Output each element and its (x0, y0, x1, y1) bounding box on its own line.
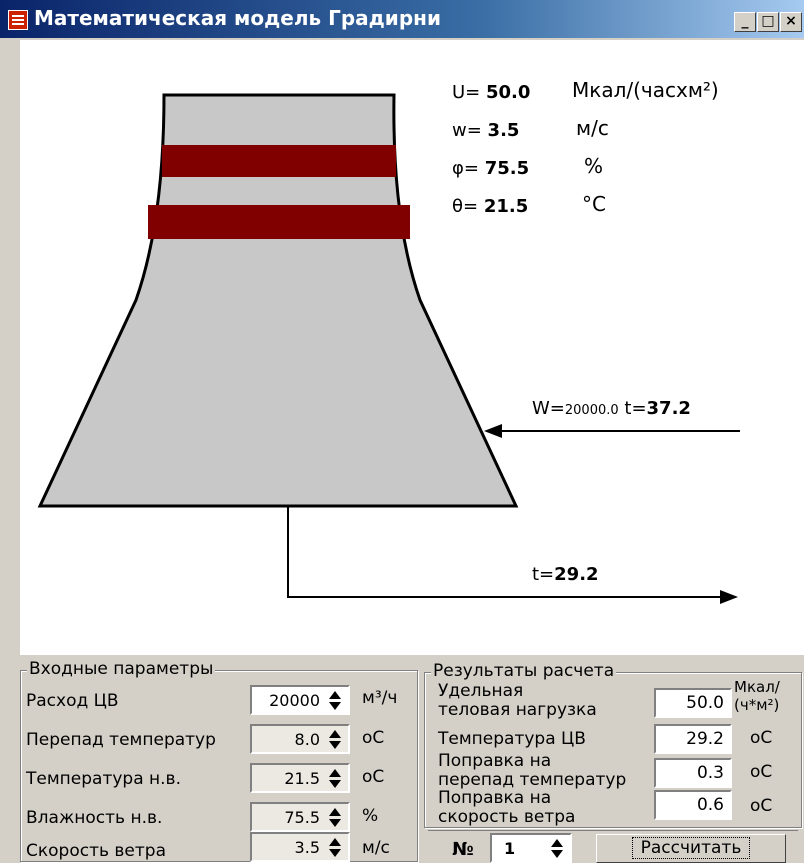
input-label-temp-diff: Перепад температур (26, 730, 216, 750)
input-unit-air-temp: оС (362, 767, 385, 787)
input-unit-flow: м³/ч (362, 688, 398, 708)
minimize-button[interactable]: _ (734, 12, 756, 32)
result-label-wind-correction: Поправка на скорость ветра (438, 788, 576, 827)
unit-theta: °С (582, 192, 606, 216)
input-parameters-title: Входные параметры (27, 659, 216, 679)
input-unit-wind: м/с (362, 838, 390, 858)
app-icon[interactable] (8, 10, 28, 30)
wind-speed-spinner[interactable]: 3.5 (250, 832, 350, 862)
humidity-spinner[interactable]: 75.5 (250, 802, 350, 832)
air-temp-spinner[interactable]: 21.5 (250, 763, 350, 793)
inflow-label: W=20000.0 t=37.2 (532, 398, 691, 419)
result-label-heat-load: Удельная теловая нагрузка (438, 681, 597, 720)
tower-diagram: U= 50.0 Мкал/(часхм²) w= 3.5 м/с φ= 75.5… (20, 40, 804, 655)
input-unit-temp-diff: оС (362, 728, 385, 748)
maximize-button[interactable]: □ (757, 12, 779, 32)
result-unit-temp-correction: оС (750, 762, 773, 782)
result-label-temp-correction: Поправка на перепад температур (438, 751, 627, 790)
param-theta: θ= 21.5 (452, 196, 529, 217)
results-title: Результаты расчета (431, 661, 617, 681)
input-label-wind: Скорость ветра (26, 841, 166, 861)
outflow-label: t=29.2 (532, 564, 599, 585)
unit-u: Мкал/(часхм²) (572, 78, 719, 102)
param-phi: φ= 75.5 (452, 158, 530, 179)
footer-divider (428, 830, 798, 831)
inflow-arrowhead (484, 424, 502, 438)
tower-band-upper (162, 145, 396, 177)
result-unit-water-temp: оС (750, 728, 773, 748)
result-label-water-temp: Температура ЦВ (438, 729, 586, 749)
param-w: w= 3.5 (452, 120, 520, 141)
window-title: Математическая модель Градирни (34, 6, 441, 30)
flow-rate-spin-arrows[interactable] (326, 690, 344, 712)
tower-drawing (37, 93, 740, 604)
input-label-humidity: Влажность н.в. (26, 808, 163, 828)
unit-w: м/с (576, 116, 609, 140)
result-unit-wind-correction: оС (750, 796, 773, 816)
heat-load-output: 50.0 (654, 688, 732, 718)
wind-correction-output: 0.6 (654, 790, 732, 820)
water-temp-output: 29.2 (654, 724, 732, 754)
outflow-arrowhead (720, 590, 738, 604)
temp-diff-spinner[interactable]: 8.0 (250, 724, 350, 754)
unit-phi: % (584, 154, 604, 178)
wind-speed-spin-arrows[interactable] (326, 837, 344, 859)
result-unit-heat-load: Мкал/(ч*м²) (734, 678, 780, 714)
param-u: U= 50.0 (452, 82, 531, 103)
calculate-button-label: Рассчитать (631, 837, 751, 859)
humidity-spin-arrows[interactable] (326, 807, 344, 829)
number-spinner[interactable]: 1 (490, 833, 572, 863)
close-button[interactable]: × (780, 12, 802, 32)
input-unit-humidity: % (362, 806, 379, 826)
outflow-pipe (287, 506, 722, 598)
air-temp-spin-arrows[interactable] (326, 768, 344, 790)
flow-rate-spinner[interactable]: 20000 (250, 685, 350, 715)
input-label-flow: Расход ЦВ (26, 691, 119, 711)
number-label: № (452, 839, 474, 860)
input-label-air-temp: Температура н.в. (26, 769, 181, 789)
tower-band-lower (148, 205, 410, 239)
number-spin-arrows[interactable] (548, 838, 566, 860)
calculate-button[interactable]: Рассчитать (596, 834, 786, 863)
title-bar[interactable]: Математическая модель Градирни _ □ × (0, 0, 804, 38)
temp-correction-output: 0.3 (654, 758, 732, 788)
temp-diff-spin-arrows[interactable] (326, 729, 344, 751)
